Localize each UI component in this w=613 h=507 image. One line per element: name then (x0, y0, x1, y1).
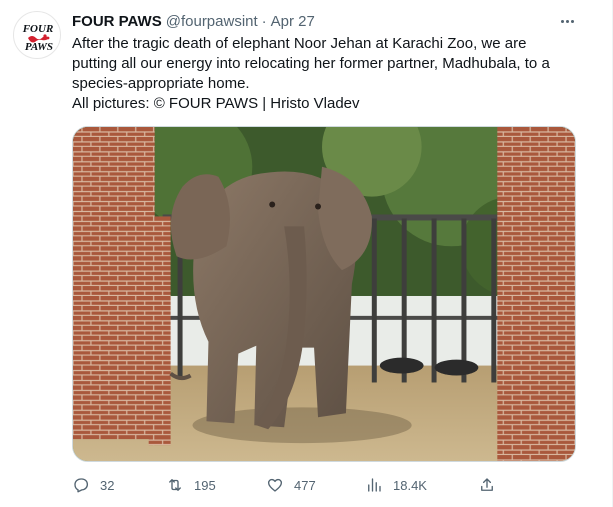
elephant-photo-icon (73, 127, 575, 461)
reply-icon (72, 476, 90, 494)
svg-text:FOUR: FOUR (22, 23, 54, 35)
tweet-text-line: putting all our energy into relocating h… (72, 55, 550, 72)
separator-dot: · (261, 12, 267, 30)
more-icon (560, 19, 574, 23)
four-paws-logo-icon: FOUR PAWS (22, 23, 54, 53)
like-button[interactable]: 477 (266, 472, 316, 498)
tweet-text-line: species-appropriate home. (72, 75, 250, 92)
author-handle[interactable]: @fourpawsint (166, 13, 258, 30)
tweet-text-line: After the tragic death of elephant Noor … (72, 35, 527, 52)
retweet-icon (166, 476, 184, 494)
views-count: 18.4K (393, 477, 427, 493)
author-name[interactable]: FOUR PAWS (72, 13, 162, 30)
more-options-button[interactable] (556, 11, 578, 31)
retweet-count: 195 (194, 477, 216, 493)
tweet-text: After the tragic death of elephant Noor … (72, 34, 582, 114)
tweet-media-photo[interactable] (72, 126, 576, 462)
like-count: 477 (294, 477, 316, 493)
tweet[interactable]: FOUR PAWS FOUR PAWS @fourpawsint · Apr 2… (0, 0, 613, 507)
tweet-actions: 32 195 477 18.4K (72, 472, 504, 498)
tweet-text-line: All pictures: © FOUR PAWS | Hristo Vlade… (72, 95, 360, 112)
share-button[interactable] (478, 472, 496, 498)
retweet-button[interactable]: 195 (166, 472, 216, 498)
tweet-date[interactable]: Apr 27 (271, 13, 315, 30)
avatar[interactable]: FOUR PAWS (13, 11, 61, 59)
like-icon (266, 476, 284, 494)
share-icon (478, 476, 496, 494)
reply-count: 32 (100, 477, 115, 493)
reply-button[interactable]: 32 (72, 472, 114, 498)
svg-text:PAWS: PAWS (25, 41, 53, 53)
tweet-header: FOUR PAWS @fourpawsint · Apr 27 (72, 11, 315, 31)
views-icon (365, 476, 383, 494)
views-button[interactable]: 18.4K (365, 472, 427, 498)
